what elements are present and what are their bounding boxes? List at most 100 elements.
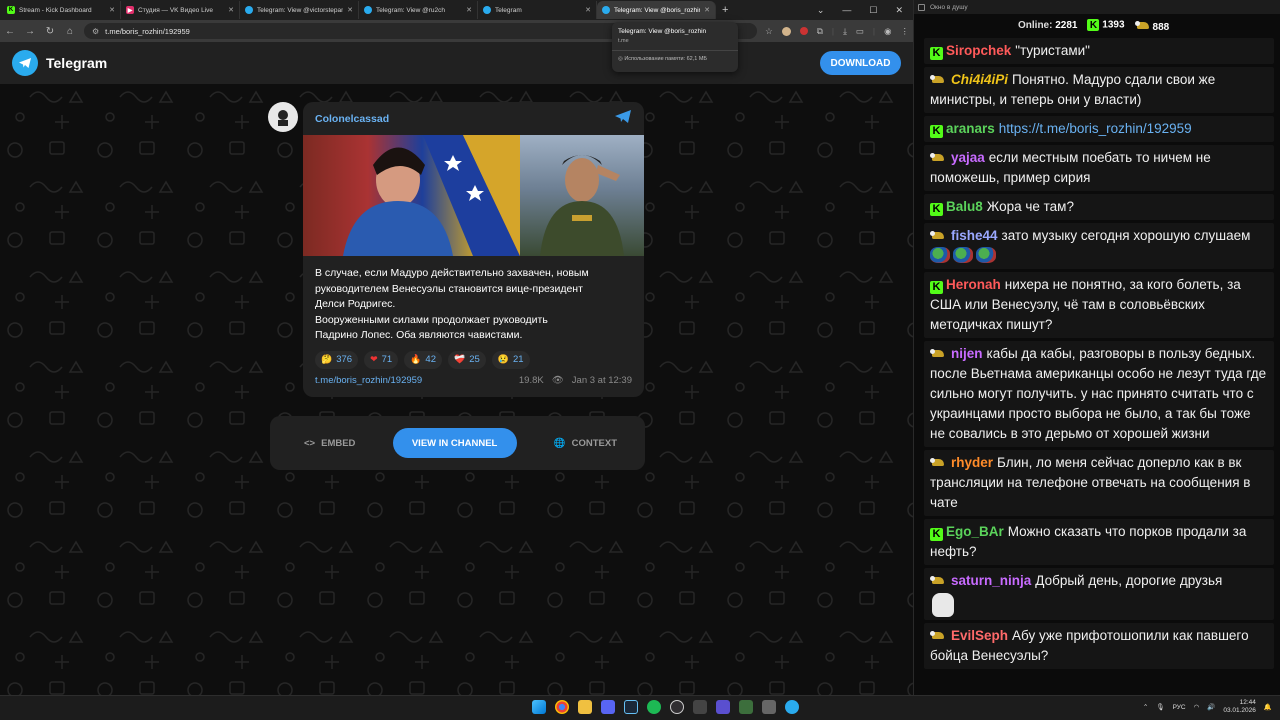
chat-username[interactable]: rhyder xyxy=(951,455,993,470)
media-player-icon[interactable] xyxy=(716,700,730,714)
context-button[interactable]: 🌐 CONTEXT xyxy=(554,438,617,449)
post-text: В случае, если Мадуро действительно захв… xyxy=(303,256,644,344)
telegram-icon[interactable] xyxy=(785,700,799,714)
reaction-crying[interactable]: 😢 21 xyxy=(491,350,530,369)
reaction-mending-heart[interactable]: ❤‍🩹 25 xyxy=(448,350,486,369)
clock[interactable]: 12:44 03.01.2026 xyxy=(1223,699,1256,715)
mending-heart-emoji-icon: ❤‍🩹 xyxy=(454,354,466,364)
menu-icon[interactable]: ⋮ xyxy=(901,26,910,37)
view-count: 19.8K xyxy=(518,374,544,386)
discord-icon[interactable] xyxy=(601,700,615,714)
tab-kick-dashboard[interactable]: K Stream - Kick Dashboard ✕ xyxy=(2,1,121,19)
tab-title: Telegram xyxy=(495,6,522,14)
app-icon[interactable] xyxy=(762,700,776,714)
chat-message: fishe44 зато музыку сегодня хорошую слуша… xyxy=(924,223,1274,269)
close-icon[interactable]: ✕ xyxy=(228,6,234,14)
language-indicator[interactable]: РУС xyxy=(1173,704,1186,711)
back-icon[interactable]: ← xyxy=(4,26,16,37)
vk-badge-icon xyxy=(930,228,948,241)
chat-username[interactable]: EvilSeph xyxy=(951,628,1008,643)
home-icon[interactable]: ⌂ xyxy=(64,26,76,37)
chat-username[interactable]: Heronah xyxy=(946,277,1001,292)
reaction-thinking[interactable]: 🤔 376 xyxy=(315,350,359,369)
online-stat: Online: 2281 xyxy=(1018,20,1077,31)
chat-username[interactable]: nijen xyxy=(951,346,983,361)
post-link[interactable]: t.me/boris_rozhin/192959 xyxy=(315,375,422,386)
extension-icon[interactable] xyxy=(799,27,808,35)
app-icon[interactable] xyxy=(693,700,707,714)
chat-username[interactable]: Siropchek xyxy=(946,43,1011,58)
tab-telegram-boris-rozhin[interactable]: Telegram: View @boris_rozhin ✕ xyxy=(597,1,716,19)
chat-username[interactable]: Ego_BAr xyxy=(946,524,1004,539)
view-in-channel-button[interactable]: VIEW IN CHANNEL xyxy=(392,428,517,458)
chat-username[interactable]: fishe44 xyxy=(951,228,998,243)
wifi-icon[interactable]: ◠ xyxy=(1194,703,1200,711)
chat-link[interactable]: https://t.me/boris_rozhin/192959 xyxy=(999,121,1192,136)
windows-start-icon[interactable] xyxy=(532,700,546,714)
forward-icon[interactable]: → xyxy=(24,26,36,37)
photo-padrino-lopez[interactable] xyxy=(520,135,644,256)
reaction-count: 21 xyxy=(513,354,524,365)
kick-badge-icon: K xyxy=(930,280,943,294)
reload-icon[interactable]: ↻ xyxy=(44,26,56,37)
download-icon[interactable]: ⤓ xyxy=(843,26,847,37)
telegram-favicon-icon xyxy=(483,6,491,14)
maximize-icon[interactable]: ☐ xyxy=(869,5,877,16)
divider xyxy=(612,50,738,51)
tab-vk-studio[interactable]: ▶ Студия — VK Видео Live ✕ xyxy=(121,1,240,19)
tooltip-domain: t.me xyxy=(618,38,629,44)
channel-avatar[interactable] xyxy=(268,102,298,132)
chevron-up-icon[interactable]: ⌃ xyxy=(1143,703,1148,711)
tab-hover-tooltip: Telegram: View @boris_rozhin t.me ◎ Испо… xyxy=(612,22,738,72)
split-view-icon[interactable]: ▭ xyxy=(856,26,864,37)
channel-name[interactable]: Colonelcassad xyxy=(315,113,389,125)
notification-bell-icon[interactable]: 🔔 xyxy=(1264,703,1272,711)
chat-username[interactable]: yajaa xyxy=(951,150,985,165)
kick-badge-icon: K xyxy=(930,202,943,216)
chat-username[interactable]: saturn_ninja xyxy=(951,573,1031,588)
reaction-fire[interactable]: 🔥 42 xyxy=(404,350,442,369)
chat-username[interactable]: Chi4i4iPi xyxy=(951,72,1008,87)
volume-icon[interactable]: 🔊 xyxy=(1207,703,1215,711)
tab-telegram-victorstepan[interactable]: Telegram: View @victorstepan ✕ xyxy=(240,1,359,19)
telegram-brand[interactable]: Telegram xyxy=(46,55,107,71)
windows-taskbar: ⌃ 🎙 РУС ◠ 🔊 12:44 03.01.2026 🔔 xyxy=(0,695,1280,720)
site-info-icon[interactable]: ⚙ xyxy=(92,27,99,36)
close-icon[interactable]: ✕ xyxy=(704,6,710,14)
tab-telegram-ru2ch[interactable]: Telegram: View @ru2ch ✕ xyxy=(359,1,478,19)
post-footer: t.me/boris_rozhin/192959 19.8K 👁 Jan 3 a… xyxy=(303,369,644,386)
chat-message: saturn_ninja Добрый день, дорогие друзья xyxy=(924,568,1274,620)
post-text-line: руководителем Венесуэлы становится вице-… xyxy=(315,282,583,295)
steam-icon[interactable] xyxy=(624,700,638,714)
microphone-icon[interactable]: 🎙 xyxy=(1156,703,1164,711)
embed-button[interactable]: <> EMBED xyxy=(304,438,355,449)
close-icon[interactable]: ✕ xyxy=(109,6,115,14)
download-button[interactable]: DOWNLOAD xyxy=(820,51,901,75)
spotify-icon[interactable] xyxy=(647,700,661,714)
new-tab-button[interactable]: + xyxy=(716,4,734,16)
bookmark-star-icon[interactable]: ☆ xyxy=(765,26,773,37)
minimize-icon[interactable]: — xyxy=(842,5,851,16)
extension-icon[interactable] xyxy=(781,26,791,36)
reaction-heart[interactable]: ❤ 71 xyxy=(364,350,399,369)
telegram-logo-icon[interactable] xyxy=(12,50,38,76)
close-icon[interactable]: ✕ xyxy=(347,6,353,14)
chevron-down-icon[interactable]: ⌄ xyxy=(817,5,825,16)
folder-icon[interactable] xyxy=(578,700,592,714)
close-icon[interactable]: ✕ xyxy=(585,6,591,14)
chat-username[interactable]: Balu8 xyxy=(946,199,983,214)
profile-icon[interactable]: ◉ xyxy=(884,26,891,37)
puzzle-extensions-icon[interactable]: ⧉ xyxy=(817,26,823,37)
tab-telegram[interactable]: Telegram ✕ xyxy=(478,1,597,19)
chat-username[interactable]: aranars xyxy=(946,121,995,136)
close-window-icon[interactable]: ✕ xyxy=(895,5,903,16)
kick-stat: K 1393 xyxy=(1087,19,1125,31)
app-icon[interactable] xyxy=(739,700,753,714)
close-icon[interactable]: ✕ xyxy=(466,6,472,14)
embed-label: EMBED xyxy=(321,437,356,449)
photo-delcy-rodriguez[interactable] xyxy=(303,135,520,256)
obs-icon[interactable] xyxy=(670,700,684,714)
eye-icon: 👁 xyxy=(551,374,564,386)
chrome-icon[interactable] xyxy=(555,700,569,714)
post-media[interactable] xyxy=(303,135,644,256)
